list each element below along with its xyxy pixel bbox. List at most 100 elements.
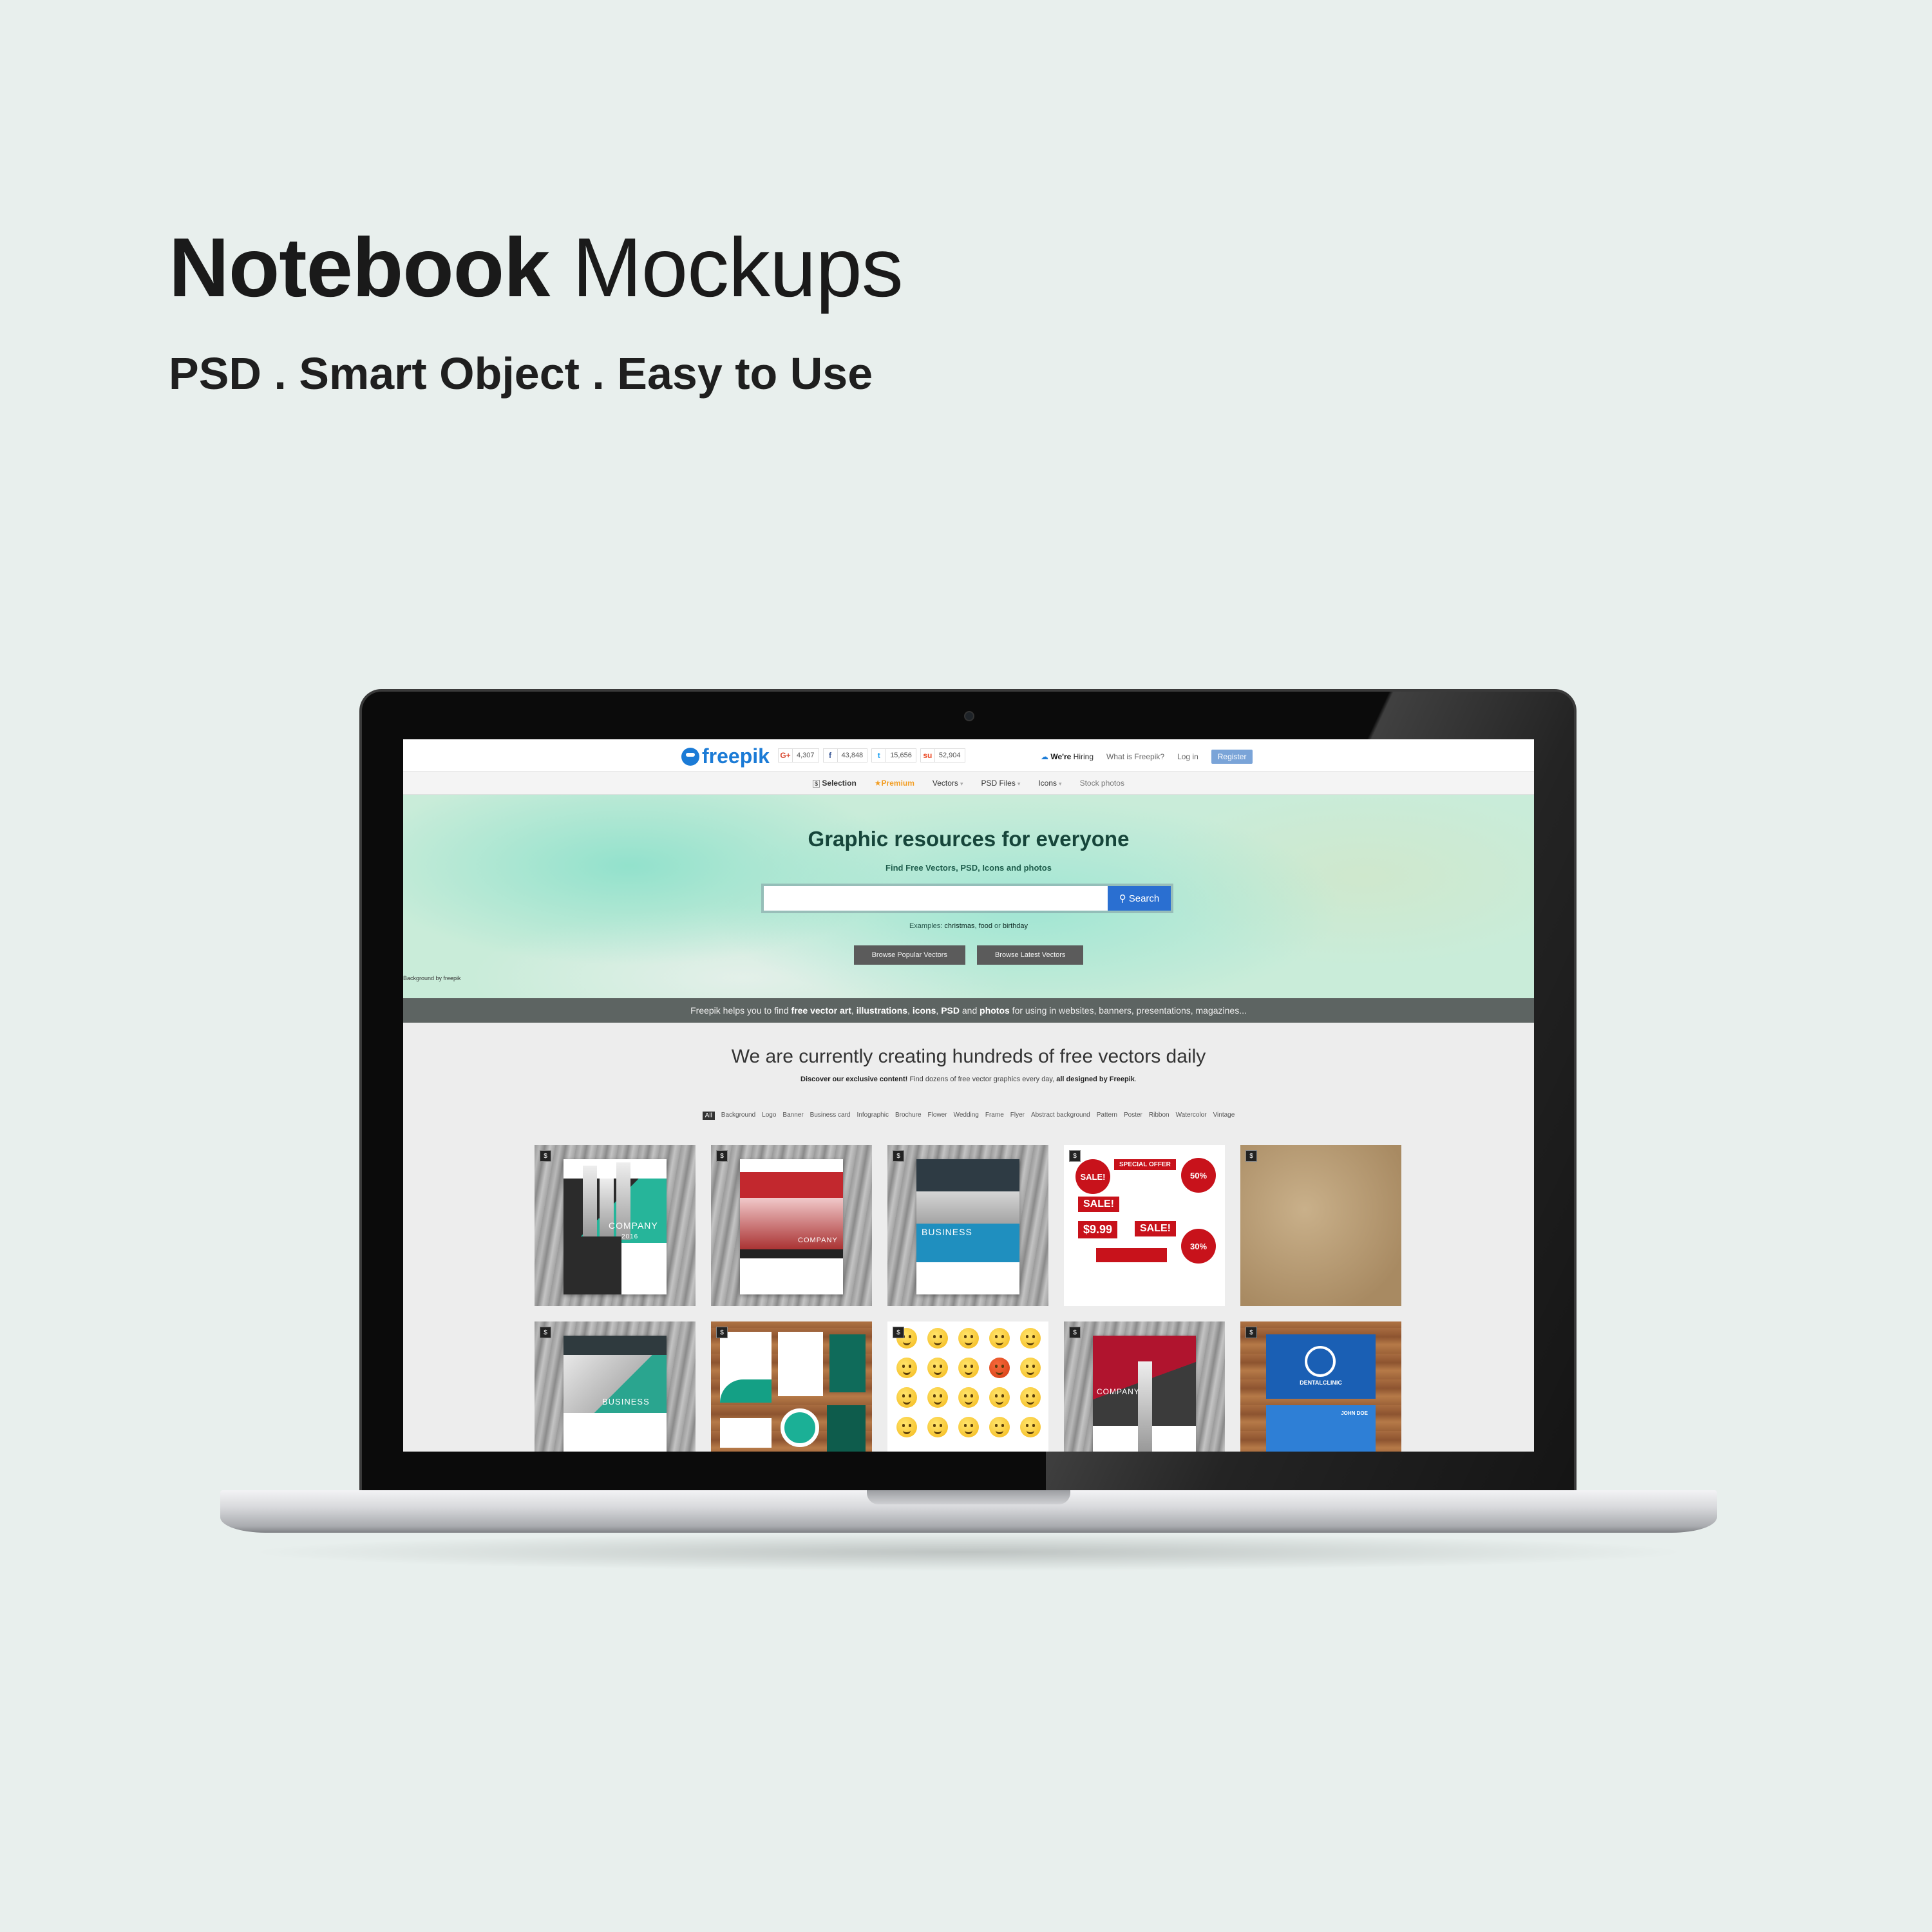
emoji-icon bbox=[927, 1387, 948, 1408]
tag-brochure[interactable]: Brochure bbox=[895, 1112, 922, 1120]
resource-tile[interactable]: $ bbox=[711, 1321, 872, 1452]
disc-text: Find dozens of free vector graphics ever… bbox=[907, 1075, 1057, 1083]
hero-subtitle: Find Free Vectors, PSD, Icons and photos bbox=[886, 863, 1052, 873]
emoji-icon bbox=[958, 1328, 979, 1349]
browse-popular-button[interactable]: Browse Popular Vectors bbox=[853, 945, 965, 965]
social-stumbleupon[interactable]: su 52,904 bbox=[920, 748, 965, 762]
freepik-logo-icon bbox=[681, 747, 699, 766]
tag-ribbon[interactable]: Ribbon bbox=[1149, 1112, 1170, 1120]
tag-banner[interactable]: Banner bbox=[782, 1112, 803, 1120]
facebook-count: 43,848 bbox=[841, 752, 864, 759]
nav-selection[interactable]: $ Selection bbox=[813, 779, 857, 788]
sale-ribbon: SALE! bbox=[1135, 1221, 1176, 1236]
twitter-count: 15,656 bbox=[890, 752, 912, 759]
brochure-blue-preview: BUSINESS bbox=[916, 1159, 1019, 1294]
emoji-icon bbox=[989, 1387, 1010, 1408]
what-is-freepik-link[interactable]: What is Freepik? bbox=[1106, 752, 1164, 761]
tag-logo[interactable]: Logo bbox=[762, 1112, 776, 1120]
folder-shape bbox=[827, 1405, 866, 1452]
freepik-logo[interactable]: freepik bbox=[681, 744, 770, 768]
twitter-icon: t bbox=[872, 749, 887, 762]
tag-background[interactable]: Background bbox=[721, 1112, 755, 1120]
nav-stock-photos[interactable]: Stock photos bbox=[1080, 779, 1124, 788]
browse-latest-button[interactable]: Browse Latest Vectors bbox=[976, 945, 1084, 965]
google-plus-icon: G+ bbox=[779, 749, 793, 762]
tag-frame[interactable]: Frame bbox=[985, 1112, 1004, 1120]
nav-premium-label: Premium bbox=[881, 778, 914, 788]
content-heading: We are currently creating hundreds of fr… bbox=[731, 1046, 1206, 1067]
hiring-link[interactable]: ☁ We're Hiring bbox=[1041, 752, 1094, 761]
info-b5: photos bbox=[980, 1005, 1010, 1016]
info-t3: , bbox=[907, 1005, 913, 1016]
social-facebook[interactable]: f 43,848 bbox=[822, 748, 868, 762]
top-links: ☁ We're Hiring What is Freepik? Log in R… bbox=[1041, 750, 1253, 764]
tag-flower[interactable]: Flower bbox=[928, 1112, 947, 1120]
resource-tile[interactable]: COMPANY 2016 $ bbox=[535, 1145, 696, 1306]
premium-badge-icon: $ bbox=[540, 1150, 551, 1162]
emoji-icon bbox=[927, 1417, 948, 1437]
tag-poster[interactable]: Poster bbox=[1124, 1112, 1142, 1120]
premium-badge-icon: $ bbox=[1245, 1327, 1257, 1338]
example-birthday[interactable]: birthday bbox=[1003, 922, 1028, 930]
discount-sticker: 50% bbox=[1181, 1158, 1216, 1193]
card-person: JOHN DOE bbox=[1341, 1410, 1368, 1416]
business-card-front: DENTALCLINIC bbox=[1266, 1334, 1376, 1399]
tag-wedding[interactable]: Wedding bbox=[954, 1112, 979, 1120]
tag-abstract-background[interactable]: Abstract background bbox=[1031, 1112, 1090, 1120]
resource-tile[interactable]: BUSINESS $ bbox=[535, 1321, 696, 1452]
example-food[interactable]: food bbox=[979, 922, 992, 930]
nav-psd-label: PSD Files bbox=[981, 778, 1016, 788]
stationery-preview bbox=[711, 1321, 872, 1452]
brochure-teal-preview: COMPANY 2016 bbox=[564, 1159, 667, 1294]
tag-business-card[interactable]: Business card bbox=[810, 1112, 851, 1120]
poster-caption: BUSINESS bbox=[922, 1227, 972, 1237]
hero-buttons: Browse Popular Vectors Browse Latest Vec… bbox=[403, 945, 1534, 965]
tag-vintage[interactable]: Vintage bbox=[1213, 1112, 1235, 1120]
resource-tile[interactable]: $ bbox=[887, 1321, 1048, 1452]
nav-psd-files[interactable]: PSD Files ▾ bbox=[981, 779, 1020, 788]
building-shape bbox=[583, 1166, 597, 1236]
search-input[interactable] bbox=[764, 886, 1108, 911]
resource-tile[interactable]: DENTALCLINIC JOHN DOE $ bbox=[1240, 1321, 1401, 1452]
social-twitter[interactable]: t 15,656 bbox=[871, 748, 916, 762]
mockup-title-light: Mockups bbox=[572, 220, 904, 314]
premium-badge-icon: $ bbox=[893, 1327, 904, 1338]
emoji-icon bbox=[896, 1387, 917, 1408]
tag-flyer[interactable]: Flyer bbox=[1010, 1112, 1025, 1120]
nav-premium[interactable]: ★Premium bbox=[875, 779, 914, 788]
category-tags: All Background Logo Banner Business card… bbox=[403, 1112, 1534, 1120]
search-button[interactable]: ⚲ Search bbox=[1108, 886, 1171, 911]
poster-band bbox=[564, 1336, 667, 1355]
social-google-plus[interactable]: G+ 4,307 bbox=[778, 748, 819, 762]
resource-tile[interactable]: COMPANY $ bbox=[711, 1145, 872, 1306]
nav-icons-label: Icons bbox=[1038, 778, 1057, 788]
resource-tile[interactable]: SALE! SPECIAL OFFER 50% SALE! $9.99 SALE… bbox=[1064, 1145, 1225, 1306]
emoji-icon bbox=[927, 1358, 948, 1378]
nav-vectors[interactable]: Vectors ▾ bbox=[933, 779, 963, 788]
emoji-set-preview bbox=[896, 1328, 1042, 1437]
tag-all[interactable]: All bbox=[702, 1112, 715, 1120]
disc-bold-1: Discover our exclusive content! bbox=[800, 1075, 908, 1083]
resource-tile[interactable]: $ bbox=[1240, 1145, 1401, 1306]
tag-watercolor[interactable]: Watercolor bbox=[1176, 1112, 1207, 1120]
nav-icons[interactable]: Icons ▾ bbox=[1038, 779, 1061, 788]
poster-year: 2016 bbox=[621, 1233, 639, 1240]
tag-infographic[interactable]: Infographic bbox=[857, 1112, 888, 1120]
poster-band bbox=[916, 1159, 1019, 1191]
poster-band bbox=[564, 1236, 621, 1294]
mockup-subtitle: PSD . Smart Object . Easy to Use bbox=[169, 348, 873, 399]
tag-pattern[interactable]: Pattern bbox=[1097, 1112, 1117, 1120]
example-christmas[interactable]: christmas bbox=[944, 922, 974, 930]
register-button[interactable]: Register bbox=[1211, 750, 1253, 764]
emoji-icon bbox=[896, 1358, 917, 1378]
login-link[interactable]: Log in bbox=[1177, 752, 1198, 761]
nav-vectors-label: Vectors bbox=[932, 778, 958, 788]
resource-tile[interactable]: BUSINESS $ bbox=[887, 1145, 1048, 1306]
resource-tile[interactable]: COMPANY $ bbox=[1064, 1321, 1225, 1452]
content-section: We are currently creating hundreds of fr… bbox=[403, 1023, 1534, 1452]
stumbleupon-icon: su bbox=[921, 749, 935, 762]
emoji-icon bbox=[958, 1417, 979, 1437]
laptop-screen: freepik G+ 4,307 f 43,848 t 15,656 su 52… bbox=[403, 739, 1534, 1452]
premium-badge-icon: $ bbox=[893, 1150, 904, 1162]
nav-selection-label: Selection bbox=[822, 778, 857, 788]
